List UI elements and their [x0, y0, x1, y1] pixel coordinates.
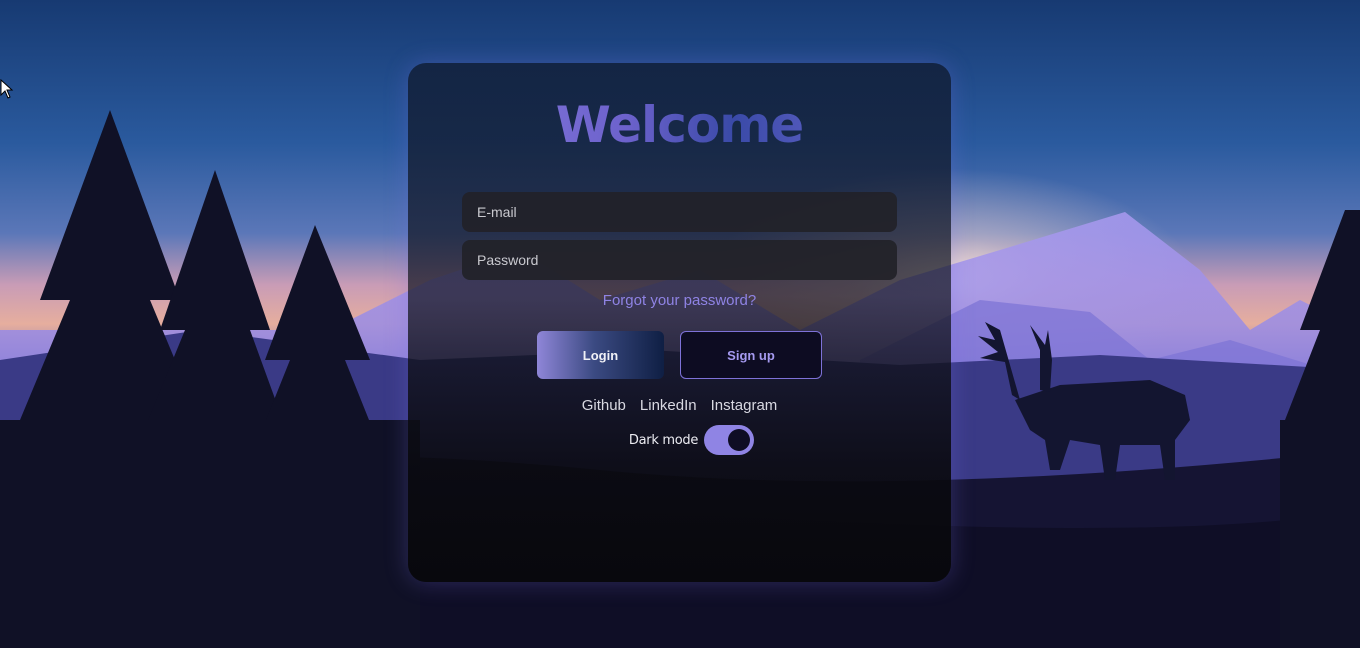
social-links: Github LinkedIn Instagram — [408, 397, 951, 414]
github-link[interactable]: Github — [582, 397, 626, 414]
cursor-icon — [0, 79, 14, 99]
email-input[interactable] — [462, 192, 897, 232]
toggle-knob — [728, 429, 751, 451]
instagram-link[interactable]: Instagram — [711, 397, 778, 414]
login-card: Welcome Forgot your password? Login Sign… — [408, 63, 951, 582]
password-input[interactable] — [462, 240, 897, 280]
login-button[interactable]: Login — [537, 331, 664, 379]
forgot-password-link[interactable]: Forgot your password? — [408, 292, 951, 309]
dark-mode-row: Dark mode — [408, 425, 951, 455]
signup-button[interactable]: Sign up — [680, 331, 822, 379]
linkedin-link[interactable]: LinkedIn — [640, 397, 697, 414]
welcome-title: Welcome — [408, 92, 951, 158]
dark-mode-label: Dark mode — [628, 432, 699, 448]
dark-mode-toggle[interactable] — [704, 425, 755, 455]
